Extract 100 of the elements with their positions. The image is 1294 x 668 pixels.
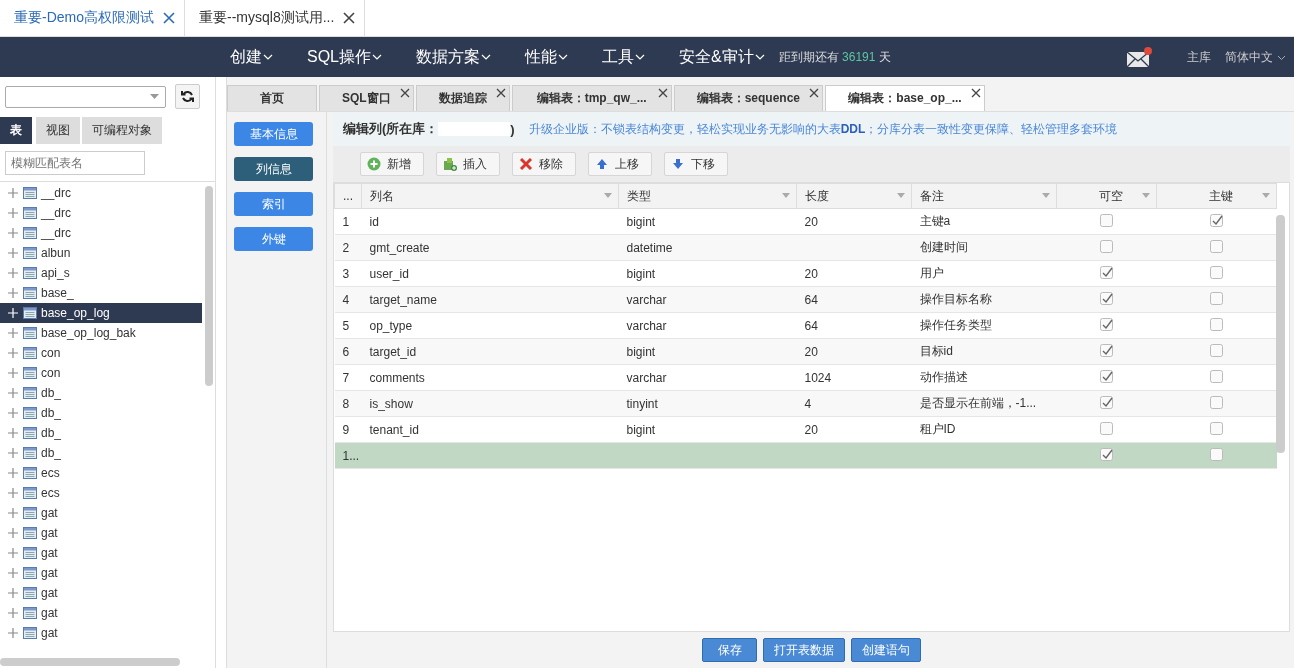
checkbox[interactable] [1100,343,1113,357]
editor-tab[interactable]: SQL窗口 [319,85,414,111]
checkbox[interactable] [1210,239,1223,253]
checkbox[interactable] [1210,213,1223,227]
close-icon[interactable] [971,88,982,98]
sidebar-tab[interactable]: 可编程对象 [82,117,162,144]
menu-item[interactable]: 安全&审计 [679,46,765,68]
table-item[interactable]: gat [0,583,202,603]
checkbox[interactable] [1100,421,1113,435]
refresh-button[interactable] [175,84,200,109]
upgrade-notice[interactable]: 升级企业版：不锁表结构变更，轻松实现业务无影响的大表DDL；分库分表一致性变更保障、轻松管理多套环境 [528,120,1118,138]
table-item[interactable]: gat [0,503,202,523]
checkbox[interactable] [1100,317,1113,331]
table-item[interactable]: db_ [0,423,202,443]
table-item[interactable]: con [0,363,202,383]
table-item[interactable]: ecs [0,483,202,503]
table-item[interactable]: gat [0,563,202,583]
table-item[interactable]: __drc [0,203,202,223]
column-header[interactable]: 列名 [361,183,619,209]
table-item[interactable]: base_op_log [0,303,202,323]
table-item[interactable]: gat [0,543,202,563]
table-item[interactable]: __drc [0,223,202,243]
column-header[interactable]: 类型 [618,183,797,209]
table-item[interactable]: con [0,343,202,363]
table-item[interactable]: __drc [0,183,202,203]
section-button[interactable]: 基本信息 [234,122,313,146]
checkbox[interactable] [1210,317,1223,331]
close-icon[interactable] [809,88,820,98]
column-header[interactable]: 备注 [911,183,1057,209]
menu-item[interactable]: 工具 [602,46,645,68]
section-button[interactable]: 列信息 [234,157,313,181]
column-header[interactable]: 可空 [1056,183,1157,209]
table-item[interactable]: gat [0,623,202,643]
scrollbar[interactable] [0,658,180,666]
editor-tab[interactable]: 编辑表：base_op_... [825,85,986,111]
section-button[interactable]: 索引 [234,192,313,216]
editor-tab[interactable]: 编辑表：sequence [673,85,824,111]
table-item[interactable]: api_s [0,263,202,283]
close-icon[interactable] [162,11,176,25]
table-item[interactable]: base_ [0,283,202,303]
checkbox[interactable] [1100,291,1113,305]
table-item[interactable]: ecs [0,463,202,483]
close-icon[interactable] [399,88,410,98]
toolbar-button[interactable]: 下移 [664,152,728,176]
menu-item[interactable]: 创建 [230,46,273,68]
menu-item[interactable]: 性能 [525,46,568,68]
table-item[interactable]: albun [0,243,202,263]
table-cell: tenant_id [361,416,619,443]
sidebar-tab[interactable]: 视图 [36,117,80,144]
checkbox[interactable] [1210,265,1223,279]
checkbox[interactable] [1210,395,1223,409]
close-icon[interactable] [657,88,668,98]
column-header[interactable]: ... [334,183,362,209]
scrollbar[interactable] [1276,215,1285,453]
toolbar-button[interactable]: 移除 [512,152,576,176]
sidebar-tab[interactable]: 表 [0,117,32,144]
checkbox[interactable] [1210,421,1223,435]
checkbox[interactable] [1210,369,1223,383]
column-header[interactable]: 长度 [796,183,912,209]
table-item[interactable]: base_op_log_bak [0,323,202,343]
editor-tab[interactable]: 编辑表：tmp_qw_... [511,85,672,111]
toolbar-button[interactable]: 上移 [588,152,652,176]
close-icon[interactable] [342,11,357,25]
footer-button[interactable]: 保存 [702,638,757,662]
table-item[interactable]: db_ [0,383,202,403]
table-item[interactable]: db_ [0,443,202,463]
browser-tab[interactable]: 重要--mysql8测试用... [185,0,366,36]
checkbox[interactable] [1100,369,1113,383]
footer-button[interactable]: 打开表数据 [763,638,845,662]
toolbar-button[interactable]: 插入 [436,152,500,176]
table-icon [23,307,37,319]
table-item[interactable]: gat [0,603,202,623]
column-header[interactable]: 主键 [1156,183,1277,209]
expand-icon [7,387,19,399]
checkbox[interactable] [1100,447,1113,461]
expand-icon [7,547,19,559]
scrollbar[interactable] [205,186,213,386]
browser-tab[interactable]: 重要-Demo高权限测试 [0,0,185,36]
checkbox[interactable] [1210,291,1223,305]
mail-icon[interactable] [1126,46,1153,68]
checkbox[interactable] [1100,239,1113,253]
footer-button[interactable]: 创建语句 [851,638,921,662]
checkbox[interactable] [1210,343,1223,357]
menu-item[interactable]: SQL操作 [307,46,382,68]
close-icon[interactable] [495,88,506,98]
editor-tab[interactable]: 数据追踪 [415,85,510,111]
editor-tab[interactable]: 首页 [227,85,317,111]
search-field[interactable]: 模糊匹配表名 [5,151,145,175]
table-item[interactable]: gat [0,523,202,543]
table-item[interactable]: db_ [0,403,202,423]
language-select[interactable]: 简体中文 [1225,48,1286,66]
checkbox[interactable] [1100,265,1113,279]
table-cell: target_name [361,286,619,313]
section-button[interactable]: 外键 [234,227,313,251]
checkbox[interactable] [1210,447,1223,461]
checkbox[interactable] [1100,395,1113,409]
db-role-label[interactable]: 主库 [1187,48,1211,66]
checkbox[interactable] [1100,213,1113,227]
toolbar-button[interactable]: 新增 [360,152,424,176]
menu-item[interactable]: 数据方案 [416,46,491,68]
